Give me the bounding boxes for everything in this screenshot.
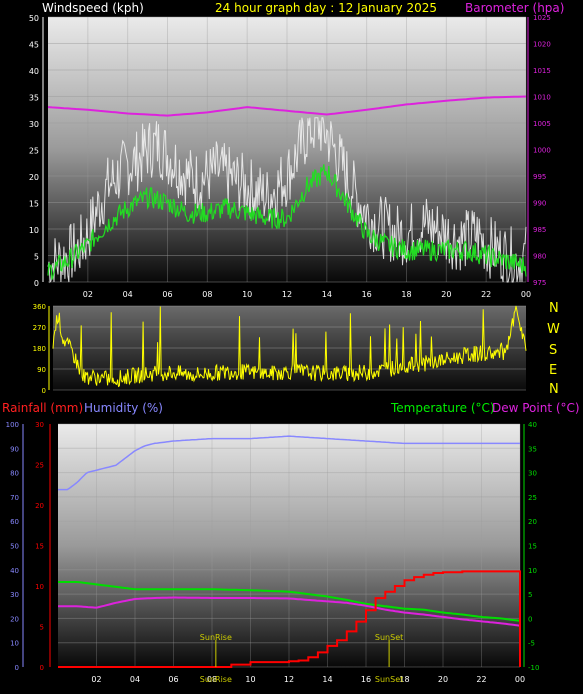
x-tick-label: 06 (168, 675, 178, 684)
humidity-y-tick-label: 80 (10, 470, 19, 478)
x-tick-label: 14 (322, 675, 332, 684)
baro-y-tick-label: 980 (533, 253, 546, 261)
x-tick-label: 22 (481, 290, 491, 299)
x-tick-label: 02 (91, 675, 101, 684)
barometer-axis-label: Barometer (hpa) (465, 1, 564, 15)
x-tick-label: 14 (322, 290, 332, 299)
compass-label-e: E (549, 363, 557, 378)
sun-marker-bottom-label: SunSet (375, 675, 403, 684)
temperature-y-tick-label: 25 (528, 494, 537, 502)
compass-label-w: W (547, 322, 560, 337)
temperature-y-tick-label: 5 (528, 591, 532, 599)
temperature-y-tick-label: 35 (528, 445, 537, 453)
direction-y-tick-label: 90 (37, 366, 46, 374)
humidity-y-tick-label: 100 (6, 421, 19, 429)
wind-y-tick-label: 50 (29, 14, 39, 23)
temperature-y-tick-label: 10 (528, 567, 537, 575)
weather-graph: Windspeed (kph) 24 hour graph day : 12 J… (2, 1, 580, 684)
x-tick-label: 02 (83, 290, 93, 299)
x-tick-label: 06 (162, 290, 172, 299)
x-tick-label: 04 (123, 290, 133, 299)
temperature-y-tick-label: 0 (528, 615, 532, 623)
direction-y-tick-label: 0 (42, 387, 46, 395)
dewpoint-axis-label: Dew Point (°C) (492, 401, 580, 415)
humidity-y-tick-label: 10 (10, 640, 19, 648)
x-tick-label: 16 (362, 290, 372, 299)
humidity-y-tick-label: 60 (10, 518, 19, 526)
compass-label-n-top: N (549, 301, 559, 316)
baro-y-tick-label: 1025 (533, 14, 551, 22)
direction-y-tick-label: 180 (33, 345, 46, 353)
wind-y-tick-label: 20 (29, 173, 39, 182)
wind-y-tick-label: 15 (29, 200, 39, 209)
sun-marker-label: SunRise (200, 633, 232, 642)
baro-y-tick-label: 1010 (533, 94, 551, 102)
baro-y-tick-label: 990 (533, 200, 546, 208)
x-tick-label: 12 (282, 290, 292, 299)
x-tick-label: 00 (515, 675, 525, 684)
x-tick-label: 08 (202, 290, 212, 299)
baro-y-tick-label: 975 (533, 279, 546, 287)
humidity-y-tick-label: 0 (15, 664, 19, 672)
sun-marker-bottom-label: SunRise (200, 675, 232, 684)
direction-y-tick-label: 270 (33, 324, 46, 332)
rainfall-y-tick-label: 30 (35, 421, 44, 429)
wind-y-tick-label: 5 (34, 253, 39, 262)
temperature-y-tick-label: 15 (528, 543, 537, 551)
temperature-axis-label: Temperature (°C) (390, 401, 495, 415)
humidity-y-tick-label: 40 (10, 567, 19, 575)
humidity-y-tick-label: 90 (10, 445, 19, 453)
compass-label-n-bottom: N (549, 382, 559, 397)
rainfall-y-tick-label: 15 (35, 543, 44, 551)
x-tick-label: 16 (361, 675, 371, 684)
compass-label-s: S (549, 343, 557, 358)
wind-y-tick-label: 30 (29, 120, 39, 129)
wind-y-tick-label: 25 (29, 147, 39, 156)
rainfall-y-tick-label: 5 (40, 624, 44, 632)
x-tick-label: 10 (242, 290, 252, 299)
humidity-axis-label: Humidity (%) (84, 401, 163, 415)
compass-labels: N W S E N (547, 301, 560, 397)
baro-y-tick-label: 1005 (533, 120, 551, 128)
x-tick-label: 20 (441, 290, 451, 299)
baro-y-tick-label: 985 (533, 226, 546, 234)
wind-y-tick-label: 35 (29, 94, 39, 103)
wind-y-tick-label: 0 (34, 279, 39, 288)
wind-y-tick-label: 45 (29, 41, 39, 50)
x-tick-label: 20 (438, 675, 448, 684)
x-tick-label: 10 (245, 675, 255, 684)
temperature-y-tick-label: 30 (528, 470, 537, 478)
rainfall-y-tick-label: 0 (40, 664, 44, 672)
baro-y-tick-label: 1015 (533, 67, 551, 75)
baro-y-tick-label: 1000 (533, 147, 551, 155)
rainfall-y-tick-label: 20 (35, 502, 44, 510)
direction-y-tick-label: 360 (33, 303, 46, 311)
baro-y-tick-label: 995 (533, 173, 546, 181)
temperature-y-tick-label: -10 (528, 664, 539, 672)
x-tick-label: 04 (130, 675, 140, 684)
rainfall-y-tick-label: 10 (35, 583, 44, 591)
wind-y-tick-label: 40 (29, 67, 39, 76)
chart-title: 24 hour graph day : 12 January 2025 (215, 1, 437, 15)
direction-panel-axes: 0 90 180 270 360 (33, 303, 50, 395)
x-tick-label: 18 (401, 290, 411, 299)
rainfall-y-tick-label: 25 (35, 462, 44, 470)
humidity-y-tick-label: 70 (10, 494, 19, 502)
humidity-y-tick-label: 50 (10, 543, 19, 551)
humidity-y-tick-label: 30 (10, 591, 19, 599)
temperature-y-tick-label: -5 (528, 640, 535, 648)
humidity-y-tick-label: 20 (10, 615, 19, 623)
rainfall-axis-label: Rainfall (mm) (2, 401, 83, 415)
x-tick-label: 00 (521, 290, 531, 299)
x-tick-label: 22 (476, 675, 486, 684)
temperature-y-tick-label: 20 (528, 518, 537, 526)
x-tick-label: 12 (284, 675, 294, 684)
wind-y-tick-label: 10 (29, 226, 39, 235)
windspeed-axis-label: Windspeed (kph) (42, 1, 144, 15)
sun-marker-label: SunSet (375, 633, 403, 642)
temperature-y-tick-label: 40 (528, 421, 537, 429)
baro-y-tick-label: 1020 (533, 41, 551, 49)
